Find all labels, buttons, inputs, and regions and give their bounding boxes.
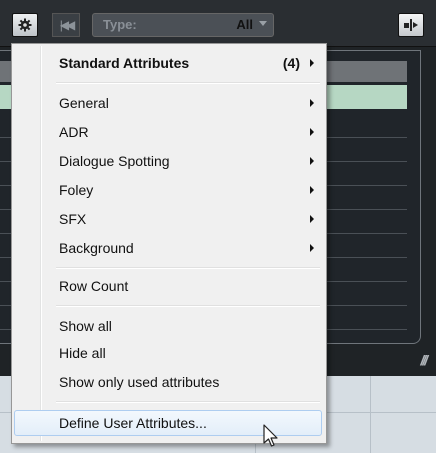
menu-item-label: Show all	[59, 318, 112, 334]
menu-item-foley[interactable]: Foley	[14, 178, 322, 202]
submenu-arrow-icon	[310, 157, 314, 165]
menu-item-hide-all[interactable]: Hide all	[14, 341, 322, 365]
menu-item-label: General	[59, 95, 109, 111]
resize-grip-icon[interactable]: ///	[420, 352, 428, 368]
menu-item-label: SFX	[59, 211, 87, 227]
type-filter-select[interactable]: Type: All	[92, 13, 274, 37]
menu-separator	[56, 401, 320, 403]
menu-item-show-all[interactable]: Show all	[14, 314, 322, 338]
menu-separator	[56, 82, 320, 84]
menu-item-label: Hide all	[59, 345, 106, 361]
menu-item-label: Standard Attributes	[59, 55, 190, 71]
skip-back-button[interactable]: |◀◀	[52, 13, 80, 37]
submenu-arrow-icon	[310, 59, 314, 67]
submenu-arrow-icon	[310, 215, 314, 223]
submenu-arrow-icon	[310, 128, 314, 136]
menu-separator	[56, 305, 320, 307]
menu-item-sfx[interactable]: SFX	[14, 207, 322, 231]
menu-item-label: Foley	[59, 182, 94, 198]
menu-separator	[56, 267, 320, 269]
gear-icon	[18, 18, 32, 32]
menu-item-label: Dialogue Spotting	[59, 153, 170, 169]
submenu-arrow-icon	[310, 99, 314, 107]
menu-item-label: Row Count	[59, 278, 129, 294]
menu-item-general[interactable]: General	[14, 91, 322, 115]
export-button[interactable]	[398, 13, 424, 37]
inspector-toolbar: |◀◀ Type: All	[0, 0, 436, 47]
submenu-arrow-icon	[310, 186, 314, 194]
menu-item-label: ADR	[59, 124, 89, 140]
type-filter-value: All	[236, 17, 253, 32]
menu-item-show-used-attributes[interactable]: Show only used attributes	[14, 370, 322, 394]
menu-item-background[interactable]: Background	[14, 236, 322, 260]
menu-item-dialogue-spotting[interactable]: Dialogue Spotting	[14, 149, 322, 173]
chevron-down-icon	[259, 21, 267, 26]
export-icon	[404, 19, 418, 31]
menu-item-standard-attributes[interactable]: Standard Attributes (4)	[14, 51, 322, 75]
settings-button[interactable]	[12, 13, 38, 37]
menu-item-label: Background	[59, 240, 134, 256]
menu-item-label: Show only used attributes	[59, 374, 220, 390]
attribute-count-badge: (4)	[282, 55, 300, 71]
type-filter-label: Type:	[103, 17, 137, 32]
mouse-cursor-icon	[263, 424, 278, 447]
submenu-arrow-icon	[310, 244, 314, 252]
menu-item-label: Define User Attributes...	[59, 415, 207, 431]
menu-item-adr[interactable]: ADR	[14, 120, 322, 144]
skip-back-icon: |◀◀	[59, 18, 75, 32]
settings-context-menu: Standard Attributes (4) General ADR Dial…	[11, 43, 327, 444]
grid-line	[370, 376, 371, 453]
menu-item-row-count[interactable]: Row Count	[14, 274, 322, 298]
